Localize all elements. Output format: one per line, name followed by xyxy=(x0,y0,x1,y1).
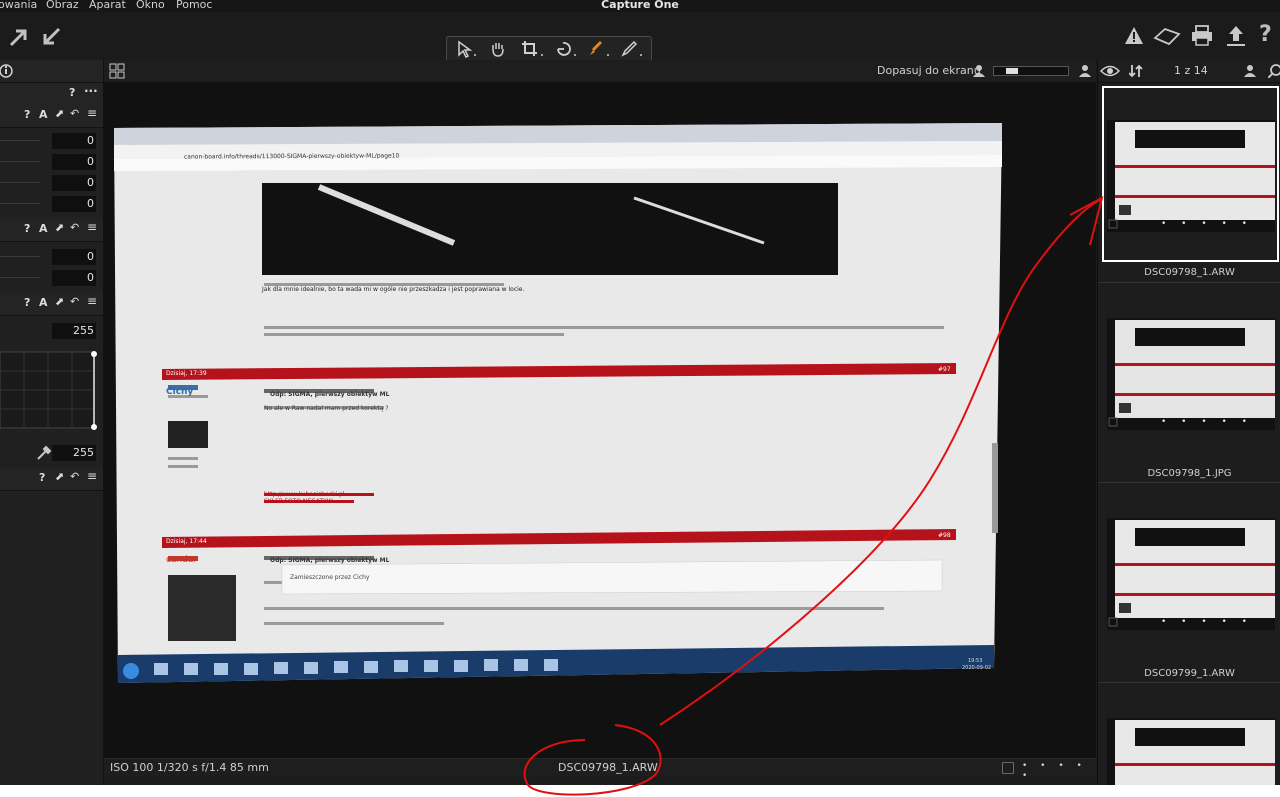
red-annotation-overlay xyxy=(523,196,1104,796)
